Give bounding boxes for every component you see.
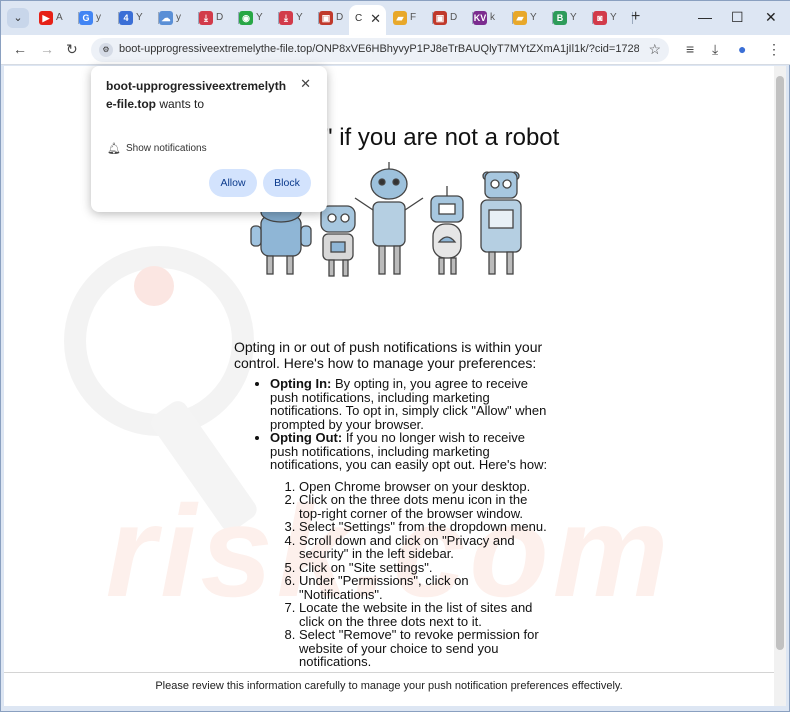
bookmark-star-icon[interactable]: ☆ — [648, 41, 661, 58]
close-tab-icon[interactable]: ✕ — [370, 11, 381, 27]
folder-icon: ▰ — [513, 11, 527, 25]
scrollbar[interactable] — [774, 66, 786, 706]
b-logo-icon: B — [553, 11, 567, 25]
list-item: Opting Out: If you no longer wish to rec… — [270, 431, 554, 472]
watermark-dot — [134, 266, 174, 306]
red-app-icon: ▣ — [433, 11, 447, 25]
profile-avatar-icon[interactable]: ● — [738, 41, 746, 57]
green-circle-icon: ◉ — [239, 11, 253, 25]
list-item: Opting In: By opting in, you agree to re… — [270, 377, 554, 431]
opt-out-steps: Open Chrome browser on your desktop. Cli… — [299, 479, 549, 669]
browser-toolbar: ← → ↻ ⚙ boot-upprogressiveextremelythe-f… — [1, 35, 790, 65]
cloud-download-icon: ☁ — [159, 11, 173, 25]
url-text[interactable]: boot-upprogressiveextremelythe-file.top/… — [119, 43, 639, 55]
tab-103[interactable]: ▰ Y — [513, 7, 553, 29]
download-icon: ⤓ — [199, 11, 213, 25]
list-item: Open Chrome browser on your desktop. — [299, 479, 549, 494]
reload-icon[interactable]: ↻ — [66, 41, 78, 58]
tab-100[interactable]: ▰ F — [393, 7, 433, 29]
robot-2 — [320, 205, 356, 277]
tab-6[interactable]: ⤓ Y — [279, 7, 319, 29]
opt-list: Opting In: By opting in, you agree to re… — [270, 377, 554, 472]
list-item: Click on "Site settings". — [299, 560, 549, 575]
tab-label: A — [56, 12, 63, 23]
kv-icon: KV — [473, 11, 487, 25]
tab-label: Y — [530, 12, 537, 23]
tab-104[interactable]: BY — [553, 7, 593, 29]
popup-host: boot-upprogressiveextremelythe-file.top … — [106, 77, 291, 113]
tab-label: F — [410, 12, 417, 23]
robot-5 — [480, 171, 522, 275]
minimize-icon[interactable]: — — [698, 9, 712, 25]
notification-permission-popup: boot-upprogressiveextremelythe-file.top … — [91, 66, 327, 212]
popup-wants-text: wants to — [159, 97, 205, 111]
tab-label: y — [96, 12, 101, 23]
footer-text: Please review this information carefully… — [155, 680, 623, 692]
tab-label: D — [216, 12, 224, 23]
tab-101[interactable]: ▣ D — [433, 7, 473, 29]
robot-1 — [250, 201, 312, 275]
tab-strip: ⌄ ▶ A Gy 4 Y ☁ y ⤓ D ◉ Y ⤓ Y ▣ D C ✕ ▰ F ▣ D KV k ▰ Y B Y ◙ Y + —… — [1, 1, 790, 35]
tab-label: y — [176, 12, 181, 23]
list-item: Locate the website in the list of sites … — [299, 601, 549, 628]
number-four-icon: 4 — [119, 11, 133, 25]
tab-label: k — [490, 12, 495, 23]
tab-2[interactable]: 4Y — [119, 7, 159, 29]
block-button[interactable]: Block — [263, 169, 311, 197]
page-headline: " if you are not a robot — [324, 124, 560, 151]
list-item: Select "Settings" from the dropdown menu… — [299, 520, 549, 534]
tab-label: Y — [136, 12, 143, 23]
list-item: Click on the three dots menu icon in the… — [299, 493, 549, 520]
tab-label: D — [450, 12, 458, 23]
tab-5[interactable]: ◉ Y — [239, 7, 279, 29]
folder-icon: ▰ — [393, 11, 407, 25]
window-close-icon[interactable]: ✕ — [765, 9, 777, 26]
list-item: Select "Remove" to revoke permission for… — [299, 628, 549, 669]
scrollbar-thumb[interactable] — [776, 76, 784, 650]
youtube-icon: ▶ — [39, 11, 53, 25]
robot-4 — [430, 186, 464, 275]
permission-label: Show notifications — [126, 143, 207, 154]
new-tab-plus-icon[interactable]: + — [631, 8, 640, 26]
download-icon[interactable]: ⤓ — [712, 41, 718, 58]
forward-arrow-icon[interactable]: → — [40, 41, 54, 57]
popup-close-icon[interactable]: ✕ — [300, 76, 311, 92]
footer-divider — [4, 672, 774, 673]
address-bar[interactable]: ⚙ boot-upprogressiveextremelythe-file.to… — [91, 38, 669, 62]
tab-active[interactable]: C ✕ — [349, 5, 386, 35]
tab-label: Y — [610, 12, 617, 23]
tab-search-chevron-icon[interactable]: ⌄ — [7, 8, 29, 28]
tab-105[interactable]: ◙ Y — [593, 7, 633, 29]
tab-102[interactable]: KV k — [473, 7, 513, 29]
tab-label: D — [336, 12, 344, 23]
tab-label: Y — [296, 12, 303, 23]
list-item: Scroll down and click on "Privacy and se… — [299, 533, 549, 561]
back-arrow-icon[interactable]: ← — [13, 41, 27, 57]
red-app-icon: ▣ — [319, 11, 333, 25]
download-icon: ⤓ — [279, 11, 293, 25]
video-camera-icon: ◙ — [593, 11, 607, 25]
tab-0[interactable]: ▶ A — [39, 7, 79, 29]
tab-label: C — [355, 13, 363, 24]
allow-button[interactable]: Allow — [209, 169, 257, 197]
tab-label: Y — [256, 12, 263, 23]
bell-icon: 🔔︎ — [107, 143, 121, 155]
robot-3 — [354, 162, 424, 275]
instructions-content: Opting in or out of push notifications i… — [234, 339, 554, 669]
list-item: Under "Permissions", click on "Notificat… — [299, 574, 549, 601]
tab-4[interactable]: ⤓ D — [199, 7, 239, 29]
maximize-icon[interactable]: ☐ — [731, 9, 744, 26]
google-icon: G — [79, 11, 93, 25]
kebab-menu-icon[interactable]: ⋮ — [767, 41, 781, 58]
tab-label: Y — [570, 12, 577, 23]
media-control-icon[interactable]: ≡ — [686, 41, 694, 57]
site-info-icon[interactable]: ⚙ — [99, 43, 113, 57]
tab-1[interactable]: Gy — [79, 7, 119, 29]
tab-3[interactable]: ☁ y — [159, 7, 199, 29]
intro-paragraph: Opting in or out of push notifications i… — [234, 339, 543, 371]
